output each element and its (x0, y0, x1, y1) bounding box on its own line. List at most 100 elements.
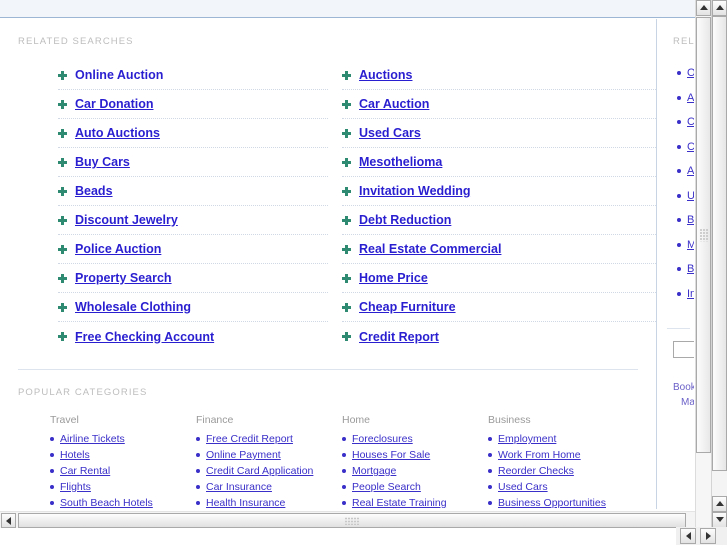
browser-vertical-scrollbar[interactable] (711, 0, 727, 545)
browser-scroll-down-button[interactable] (712, 512, 727, 528)
sidebar-related-link[interactable]: Car Donation (687, 116, 694, 128)
category-list-item[interactable]: Car Insurance (196, 479, 342, 495)
sidebar-related-link[interactable]: Mesothelioma (687, 239, 694, 251)
sidebar-related-link[interactable]: Car Auction (687, 141, 694, 153)
related-search-item[interactable]: Property Search (58, 264, 328, 293)
related-search-link[interactable]: Cheap Furniture (359, 300, 456, 314)
sidebar-related-item[interactable]: Car Auction (677, 135, 694, 160)
category-link[interactable]: Flights (60, 481, 91, 493)
category-link[interactable]: Employment (498, 433, 556, 445)
category-link[interactable]: Work From Home (498, 449, 581, 461)
related-search-item[interactable]: Free Checking Account (58, 322, 328, 351)
related-search-link[interactable]: Wholesale Clothing (75, 300, 191, 314)
category-link[interactable]: Car Rental (60, 465, 110, 477)
related-search-item[interactable]: Wholesale Clothing (58, 293, 328, 322)
category-list-item[interactable]: Health Insurance (196, 495, 342, 509)
sidebar-related-link[interactable]: Beads (687, 263, 694, 275)
related-search-item[interactable]: Beads (58, 177, 328, 206)
category-link[interactable]: Free Credit Report (206, 433, 293, 445)
related-search-item[interactable]: Online Auction (58, 61, 328, 90)
related-search-item[interactable]: Credit Report (342, 322, 656, 351)
sidebar-related-item[interactable]: Car Donation (677, 110, 694, 135)
category-list-item[interactable]: Business Opportunities (488, 495, 634, 509)
browser-horizontal-scrollbar[interactable] (676, 527, 727, 545)
category-link[interactable]: Hotels (60, 449, 90, 461)
category-link[interactable]: Business Opportunities (498, 497, 606, 509)
category-list-item[interactable]: Employment (488, 431, 634, 447)
related-search-item[interactable]: Used Cars (342, 119, 656, 148)
related-search-item[interactable]: Auctions (342, 61, 656, 90)
category-link[interactable]: Airline Tickets (60, 433, 125, 445)
related-search-link[interactable]: Property Search (75, 271, 172, 285)
inner-vertical-scrollbar[interactable] (695, 0, 711, 528)
category-link[interactable]: Health Insurance (206, 497, 285, 509)
category-list-item[interactable]: Foreclosures (342, 431, 488, 447)
inner-hscroll-thumb[interactable] (18, 513, 686, 528)
related-search-link[interactable]: Auto Auctions (75, 126, 160, 140)
inner-scroll-up-button[interactable] (696, 0, 711, 16)
related-search-item[interactable]: Car Auction (342, 90, 656, 119)
related-search-link[interactable]: Online Auction (75, 68, 163, 82)
inner-horizontal-scrollbar[interactable] (0, 511, 695, 528)
sidebar-related-item[interactable]: Buy Cars (677, 208, 694, 233)
category-list-item[interactable]: Reorder Checks (488, 463, 634, 479)
category-link[interactable]: Mortgage (352, 465, 396, 477)
sidebar-related-item[interactable]: Invitation Wedding (677, 282, 694, 307)
related-search-item[interactable]: Invitation Wedding (342, 177, 656, 206)
inner-hscroll-left-button[interactable] (1, 513, 16, 528)
sidebar-related-item[interactable]: Beads (677, 257, 694, 282)
related-search-link[interactable]: Invitation Wedding (359, 184, 471, 198)
category-list-item[interactable]: South Beach Hotels (50, 495, 196, 509)
category-list-item[interactable]: Used Cars (488, 479, 634, 495)
category-link[interactable]: Houses For Sale (352, 449, 430, 461)
category-link[interactable]: Car Insurance (206, 481, 272, 493)
category-link[interactable]: People Search (352, 481, 421, 493)
category-link[interactable]: Foreclosures (352, 433, 413, 445)
related-search-link[interactable]: Used Cars (359, 126, 421, 140)
related-search-link[interactable]: Real Estate Commercial (359, 242, 501, 256)
sidebar-related-link[interactable]: Auto Auctions (687, 165, 694, 177)
sidebar-related-item[interactable]: Mesothelioma (677, 233, 694, 258)
related-search-link[interactable]: Auctions (359, 68, 412, 82)
sidebar-related-link[interactable]: Invitation Wedding (687, 288, 694, 300)
related-search-link[interactable]: Mesothelioma (359, 155, 442, 169)
related-search-link[interactable]: Beads (75, 184, 113, 198)
category-list-item[interactable]: Airline Tickets (50, 431, 196, 447)
related-search-link[interactable]: Car Donation (75, 97, 153, 111)
related-search-link[interactable]: Free Checking Account (75, 330, 214, 344)
related-search-item[interactable]: Debt Reduction (342, 206, 656, 235)
category-list-item[interactable]: Real Estate Training (342, 495, 488, 509)
sidebar-related-link[interactable]: Online Auction (687, 67, 694, 79)
sidebar-related-link[interactable]: Used Cars (687, 190, 694, 202)
browser-hscroll-left-button[interactable] (680, 528, 696, 544)
browser-scroll-up-button-2[interactable] (712, 496, 727, 512)
category-link[interactable]: Used Cars (498, 481, 548, 493)
related-search-item[interactable]: Discount Jewelry (58, 206, 328, 235)
related-search-link[interactable]: Home Price (359, 271, 428, 285)
related-search-item[interactable]: Auto Auctions (58, 119, 328, 148)
related-search-item[interactable]: Cheap Furniture (342, 293, 656, 322)
related-search-link[interactable]: Debt Reduction (359, 213, 451, 227)
related-search-item[interactable]: Home Price (342, 264, 656, 293)
sidebar-related-item[interactable]: Online Auction (677, 61, 694, 86)
category-list-item[interactable]: Work From Home (488, 447, 634, 463)
category-list-item[interactable]: Credit Card Application (196, 463, 342, 479)
category-link[interactable]: Online Payment (206, 449, 281, 461)
related-search-item[interactable]: Police Auction (58, 235, 328, 264)
related-search-link[interactable]: Car Auction (359, 97, 429, 111)
related-search-item[interactable]: Mesothelioma (342, 148, 656, 177)
browser-scroll-up-button[interactable] (712, 0, 727, 16)
category-list-item[interactable]: Mortgage (342, 463, 488, 479)
inner-scroll-thumb[interactable] (696, 17, 711, 453)
category-link[interactable]: Credit Card Application (206, 465, 313, 477)
sidebar-footer-link[interactable]: Bookmark (673, 380, 694, 395)
related-search-item[interactable]: Car Donation (58, 90, 328, 119)
related-search-link[interactable]: Police Auction (75, 242, 161, 256)
related-search-link[interactable]: Discount Jewelry (75, 213, 178, 227)
category-list-item[interactable]: Hotels (50, 447, 196, 463)
browser-hscroll-right-button[interactable] (700, 528, 716, 544)
sidebar-related-item[interactable]: Auctions (677, 86, 694, 111)
sidebar-related-link[interactable]: Auctions (687, 92, 694, 104)
related-search-item[interactable]: Buy Cars (58, 148, 328, 177)
sidebar-related-item[interactable]: Auto Auctions (677, 159, 694, 184)
